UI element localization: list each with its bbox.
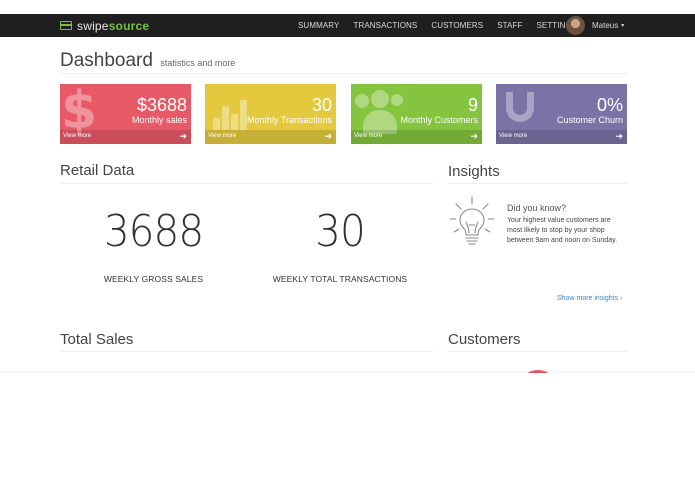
- customers-title: Customers: [448, 331, 521, 348]
- tile-monthly-transactions[interactable]: 30 Monthly Transactions View more ➔: [205, 84, 336, 144]
- divider: [448, 351, 627, 352]
- user-menu[interactable]: Mateus ▾: [566, 15, 624, 36]
- bar-chart-icon: [213, 98, 257, 130]
- top-navbar: swipesource SUMMARY TRANSACTIONS CUSTOME…: [0, 14, 695, 37]
- tile-footer[interactable]: View more ➔: [205, 130, 336, 144]
- weekly-gross-sales-value: 3688: [103, 206, 204, 257]
- view-more-link[interactable]: View more: [208, 133, 236, 139]
- nav-staff[interactable]: STAFF: [497, 21, 522, 30]
- tile-value: $3688: [136, 95, 187, 115]
- lightbulb-icon: [449, 196, 495, 245]
- users-icon: [355, 90, 403, 134]
- tile-value: 30: [311, 95, 332, 115]
- divider: [60, 351, 433, 352]
- show-more-insights-link[interactable]: Show more insights ›: [557, 295, 622, 302]
- nav-customers[interactable]: CUSTOMERS: [431, 21, 483, 30]
- page-subtitle: statistics and more: [160, 58, 236, 68]
- nav-transactions[interactable]: TRANSACTIONS: [353, 21, 417, 30]
- divider: [448, 183, 627, 184]
- weekly-gross-sales-label: WEEKLY GROSS SALES: [103, 274, 204, 284]
- insight-body: Your highest value customers are most li…: [507, 217, 618, 244]
- tile-footer[interactable]: View more ➔: [496, 130, 627, 144]
- brand-logo[interactable]: swipesource: [60, 14, 149, 37]
- tile-value: 9: [467, 95, 478, 115]
- bottom-overlay-panel: [0, 373, 695, 494]
- tile-customer-churn[interactable]: 0% Customer Churn View more ➔: [496, 84, 627, 144]
- view-more-link[interactable]: View more: [354, 133, 382, 139]
- tile-label: Monthly Customers: [400, 115, 478, 125]
- card-icon: [60, 21, 72, 30]
- page-title: Dashboard: [60, 50, 153, 71]
- tile-monthly-sales[interactable]: $ $3688 Monthly sales View more ➔: [60, 84, 191, 144]
- nav-summary[interactable]: SUMMARY: [298, 21, 339, 30]
- magnet-icon: [506, 92, 534, 122]
- arrow-right-icon: ➔: [470, 131, 478, 141]
- page-header: Dashboard statistics and more: [60, 50, 627, 74]
- tile-footer[interactable]: View more ➔: [60, 130, 191, 144]
- chevron-down-icon: ▾: [621, 23, 625, 29]
- arrow-right-icon: ➔: [615, 131, 623, 141]
- divider: [60, 183, 433, 184]
- view-more-link[interactable]: View more: [499, 133, 527, 139]
- brand-name: swipesource: [77, 18, 150, 33]
- view-more-link[interactable]: View more: [63, 133, 91, 139]
- weekly-transactions-value: 30: [315, 206, 366, 257]
- weekly-transactions-label: WEEKLY TOTAL TRANSACTIONS: [272, 274, 408, 284]
- avatar: [566, 16, 585, 35]
- tile-label: Monthly Transactions: [246, 115, 332, 125]
- tile-label: Customer Churn: [556, 115, 623, 125]
- tile-label: Monthly sales: [131, 115, 187, 125]
- tile-monthly-customers[interactable]: 9 Monthly Customers View more ➔: [351, 84, 482, 144]
- user-name: Mateus: [592, 21, 619, 30]
- insight-heading: Did you know?: [507, 203, 567, 213]
- insights-title: Insights: [448, 163, 500, 180]
- tile-value: 0%: [596, 95, 623, 115]
- arrow-right-icon: ➔: [179, 131, 187, 141]
- main-nav: SUMMARY TRANSACTIONS CUSTOMERS STAFF SET…: [298, 14, 591, 37]
- retail-data-title: Retail Data: [60, 162, 135, 179]
- arrow-right-icon: ➔: [324, 131, 332, 141]
- tile-footer[interactable]: View more ➔: [351, 130, 482, 144]
- total-sales-title: Total Sales: [60, 331, 134, 348]
